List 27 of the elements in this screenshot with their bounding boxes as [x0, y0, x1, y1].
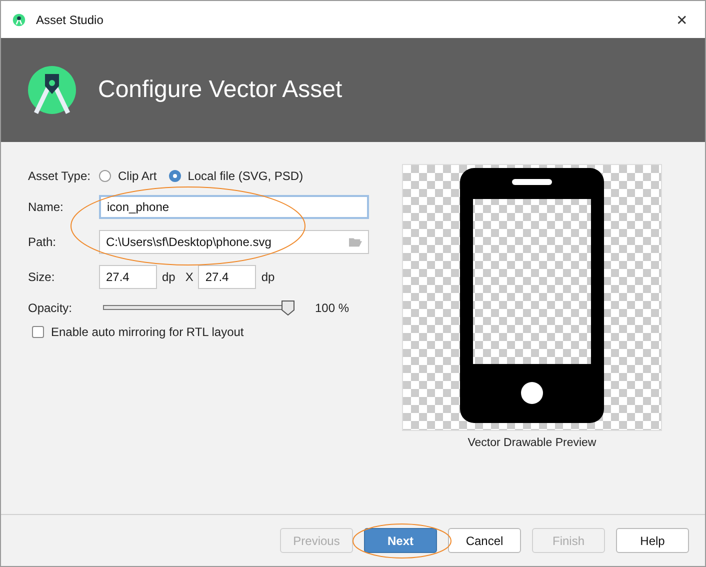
mirroring-checkbox[interactable]: Enable auto mirroring for RTL layout	[28, 324, 373, 340]
path-field[interactable]: C:\Users\sf\Desktop\phone.svg	[99, 230, 369, 254]
width-field[interactable]: 27.4	[99, 265, 157, 289]
opacity-slider[interactable]	[103, 300, 296, 316]
opacity-reading: 100 %	[315, 301, 350, 315]
field-label: Opacity:	[28, 301, 74, 315]
name-field[interactable]: icon_phone	[99, 195, 369, 219]
separator-label: X	[185, 270, 194, 284]
slider-thumb[interactable]	[281, 300, 295, 316]
dialog-button[interactable]: Help	[616, 528, 689, 553]
preview-caption: Vector Drawable Preview	[468, 437, 596, 449]
field-label: Name:	[28, 200, 64, 214]
height-field[interactable]: 27.4	[198, 265, 256, 289]
dialog-button[interactable]: Cancel	[448, 528, 521, 553]
field-label: Size:	[28, 270, 56, 284]
window-title: Asset Studio	[36, 12, 104, 26]
field-label: Asset Type:	[28, 169, 92, 183]
radio-option[interactable]: Local file (SVG, PSD)	[168, 169, 304, 183]
unit-label: dp	[261, 270, 275, 284]
app-icon	[12, 12, 26, 26]
close-button[interactable]: ✕	[676, 12, 688, 28]
page-title: Configure Vector Asset	[98, 76, 342, 104]
dialog-button[interactable]: Next	[364, 528, 437, 553]
unit-label: dp	[162, 270, 176, 284]
radio-option[interactable]: Clip Art	[99, 169, 157, 183]
field-label: Path:	[28, 235, 58, 249]
android-studio-logo-icon	[28, 66, 76, 114]
